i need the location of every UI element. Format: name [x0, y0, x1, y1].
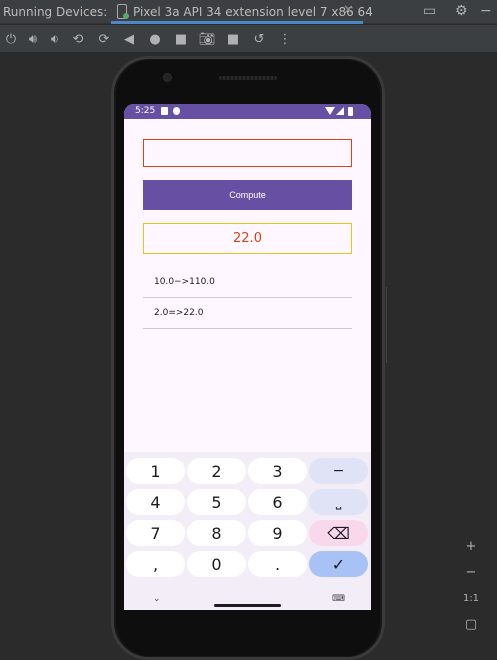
rotate-right-icon[interactable]: ⟳ [96, 31, 112, 47]
back-icon[interactable]: ◀ [121, 31, 137, 47]
front-camera [163, 73, 172, 82]
running-devices-title: Running Devices: [3, 5, 108, 19]
numeric-keyboard: 1 2 3 − 4 5 6 ⎵ 7 8 9 ⌫ , 0 . ✓ ⌄ ⌨ [124, 452, 371, 610]
gesture-nav-bar[interactable] [214, 604, 281, 607]
history-list: 10.0−>110.0 2.0=>22.0 [143, 267, 352, 329]
volume-up-icon[interactable]: 🔊︎ [25, 31, 41, 47]
more-icon[interactable]: ⋮ [277, 31, 293, 47]
screen-record-icon[interactable]: ■ [225, 31, 241, 47]
battery-icon [348, 107, 353, 116]
zoom-in-button[interactable]: + [459, 535, 483, 557]
key-8[interactable]: 8 [187, 520, 246, 546]
emulator-toolbar: ⏻ 🔊︎ 🔉︎ ⟲ ⟳ ◀ ● ■ 📷︎ ■ ↺ ⋮ [0, 25, 497, 53]
key-comma[interactable]: , [126, 551, 185, 577]
enter-key[interactable]: ✓ [309, 551, 368, 577]
key-4[interactable]: 4 [126, 489, 185, 515]
ide-tab-bar: Running Devices: Pixel 3a API 34 extensi… [0, 0, 497, 24]
screenshot-icon[interactable]: 📷︎ [199, 31, 216, 47]
key-minus[interactable]: − [309, 458, 368, 484]
history-item: 2.0=>22.0 [143, 298, 352, 329]
sim-icon [161, 107, 168, 115]
home-icon[interactable]: ● [147, 31, 163, 47]
device-tab-label: Pixel 3a API 34 extension level 7 x86 64 [133, 5, 373, 19]
backspace-key[interactable]: ⌫ [309, 520, 368, 546]
key-6[interactable]: 6 [248, 489, 307, 515]
number-input[interactable] [143, 139, 352, 167]
close-tab-button[interactable]: ✕ [343, 3, 354, 18]
key-1[interactable]: 1 [126, 458, 185, 484]
device-tab[interactable]: Pixel 3a API 34 extension level 7 x86 64… [111, 0, 373, 24]
volume-down-icon[interactable]: 🔉︎ [47, 31, 63, 47]
status-time: 5:25 [135, 106, 156, 116]
fit-screen-icon[interactable]: ▢ [459, 613, 483, 635]
key-3[interactable]: 3 [248, 458, 307, 484]
actual-size-button[interactable]: 1:1 [459, 587, 483, 609]
hide-keyboard-icon[interactable]: ⌄ [153, 594, 161, 604]
history-item: 10.0−>110.0 [143, 267, 352, 298]
key-2[interactable]: 2 [187, 458, 246, 484]
key-7[interactable]: 7 [126, 520, 185, 546]
power-icon[interactable]: ⏻ [3, 31, 19, 47]
device-screen[interactable]: 5:25 Compute 22.0 10.0−>110.0 2.0=>22.0 … [124, 104, 371, 610]
device-running-icon [117, 4, 129, 19]
snapshot-icon[interactable]: ↺ [251, 31, 267, 47]
active-tab-indicator [111, 21, 363, 24]
overview-icon[interactable]: ■ [173, 31, 189, 47]
window-layout-icon[interactable]: ▭ [423, 3, 436, 19]
key-9[interactable]: 9 [248, 520, 307, 546]
switch-keyboard-icon[interactable]: ⌨ [332, 594, 345, 604]
signal-icon [336, 107, 344, 115]
earpiece-speaker [219, 76, 277, 80]
compute-button[interactable]: Compute [143, 180, 352, 210]
settings-icon[interactable]: ⚙ [455, 3, 468, 19]
notification-icon [173, 107, 180, 115]
key-space[interactable]: ⎵ [309, 489, 368, 515]
wifi-icon [325, 107, 335, 115]
result-display: 22.0 [143, 223, 352, 254]
panel-splitter[interactable] [386, 287, 387, 363]
rotate-left-icon[interactable]: ⟲ [70, 31, 86, 47]
key-0[interactable]: 0 [187, 551, 246, 577]
status-bar: 5:25 [124, 104, 371, 119]
zoom-out-button[interactable]: − [459, 561, 483, 583]
key-5[interactable]: 5 [187, 489, 246, 515]
key-period[interactable]: . [248, 551, 307, 577]
minimize-icon[interactable]: − [480, 3, 492, 19]
